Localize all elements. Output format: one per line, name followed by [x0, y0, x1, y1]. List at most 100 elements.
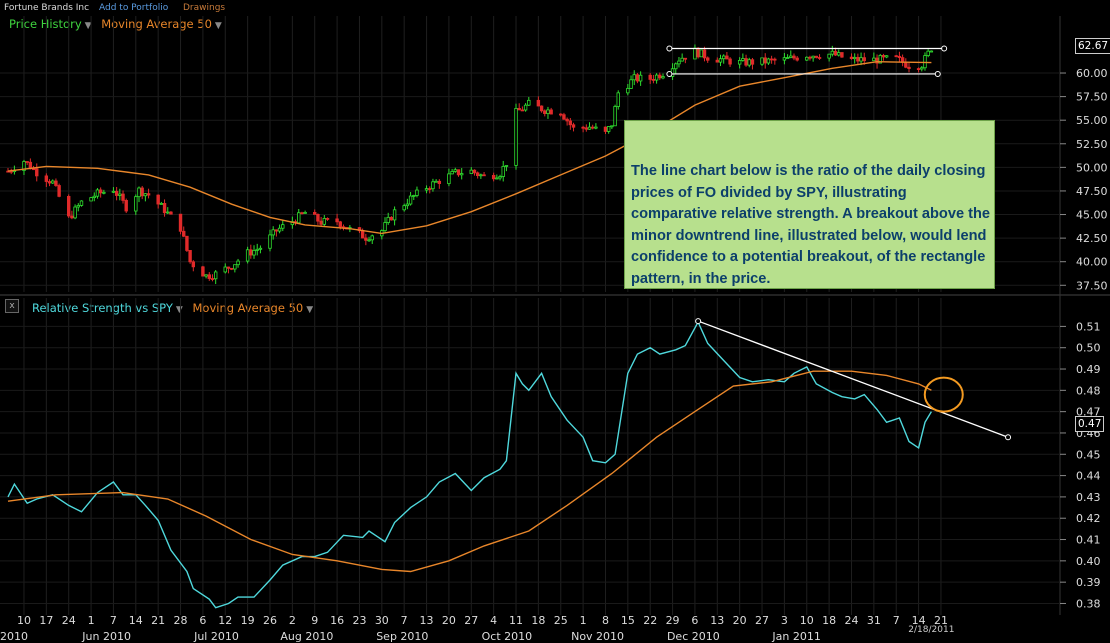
candle-body	[453, 169, 458, 172]
candle-body	[680, 57, 684, 62]
candle-body	[881, 55, 886, 58]
candle-body	[674, 63, 678, 70]
candle-body	[827, 53, 831, 59]
candle-body	[629, 79, 633, 89]
candle-body	[25, 161, 29, 163]
candle-body	[319, 220, 323, 225]
candle-body	[658, 74, 662, 79]
candle-body	[392, 209, 397, 221]
candle-body	[808, 56, 812, 59]
candle-body	[402, 205, 406, 211]
candle-body	[571, 124, 576, 128]
candle-body	[763, 57, 767, 64]
candle-body	[54, 180, 58, 186]
candle-body	[568, 120, 573, 126]
rs-line	[7, 320, 933, 609]
x-tick-label: 1	[580, 614, 587, 627]
x-tick-label: 25	[554, 614, 568, 627]
line-handle	[695, 318, 702, 325]
candle-body	[73, 206, 77, 219]
x-tick-label: 6	[691, 614, 698, 627]
candle-body	[140, 187, 144, 197]
candle-body	[159, 203, 164, 205]
candle-body	[852, 56, 857, 60]
price-y-tick-label: 50.00	[1076, 161, 1108, 174]
x-month-label: Sep 2010	[376, 630, 428, 643]
candle-body	[795, 57, 799, 61]
x-month-label: Nov 2010	[571, 630, 624, 643]
candle-body	[360, 230, 365, 239]
candle-body	[31, 168, 36, 171]
candle-body	[549, 109, 553, 115]
candle-body	[412, 195, 416, 197]
candle-body	[635, 74, 640, 82]
x-tick-label: 29	[666, 614, 680, 627]
candle-body	[747, 59, 751, 66]
candle-body	[364, 237, 368, 241]
candle-body	[648, 74, 652, 80]
candle-body	[95, 189, 100, 197]
candle-body	[766, 58, 771, 64]
candle-body	[229, 267, 234, 270]
x-tick-label: 13	[420, 614, 434, 627]
line-handle	[666, 70, 673, 77]
candle-body	[613, 106, 617, 127]
candle-body	[805, 56, 809, 61]
candle-body	[610, 125, 614, 128]
rs-y-tick-label: 0.40	[1076, 555, 1101, 568]
candle-body	[517, 108, 521, 111]
x-tick-label: 10	[800, 614, 814, 627]
candle-body	[178, 213, 183, 232]
candle-body	[44, 175, 49, 182]
candle-body	[792, 55, 796, 59]
candle-body	[693, 47, 697, 60]
chart-canvas: 10 17 24 1 7 14 21 28 6 12 19 26 2 9 16 23 30 7 13 20 27 4 11 1…	[0, 16, 1110, 643]
x-month-label: Jul 2010	[193, 630, 239, 643]
x-tick-label: 23	[352, 614, 366, 627]
x-month-label: Oct 2010	[482, 630, 533, 643]
candle-body	[696, 47, 700, 58]
x-tick-label: 2	[289, 614, 296, 627]
x-tick-label: 14	[129, 614, 143, 627]
candle-body	[274, 229, 279, 232]
candle-body	[389, 216, 394, 221]
x-tick-label: 21	[151, 614, 165, 627]
candle-body	[638, 74, 643, 82]
candle-body	[520, 109, 525, 112]
candle-body	[386, 216, 390, 223]
candle-body	[632, 74, 636, 81]
candle-body	[581, 126, 585, 129]
candle-body	[313, 212, 317, 215]
candle-body	[367, 239, 371, 242]
candle-body	[118, 193, 122, 196]
candle-body	[424, 188, 429, 191]
candle-body	[923, 55, 927, 69]
candle-body	[546, 109, 550, 114]
x-tick-label: 27	[464, 614, 478, 627]
candle-body	[587, 126, 592, 130]
candle-body	[715, 59, 720, 63]
candle-body	[35, 168, 39, 177]
candle-body	[169, 211, 173, 215]
candle-body	[782, 57, 787, 61]
callout-text: The line chart below is the ratio of the…	[631, 163, 991, 287]
candle-body	[584, 127, 589, 130]
candle-body	[383, 222, 387, 232]
candle-body	[111, 190, 116, 193]
candle-body	[431, 181, 435, 190]
candle-body	[434, 180, 438, 183]
x-tick-label: 7	[110, 614, 117, 627]
candle-body	[514, 108, 518, 166]
price-y-tick-label: 55.00	[1076, 114, 1108, 127]
candle-body	[102, 191, 106, 194]
candle-body	[677, 60, 681, 65]
candle-body	[207, 274, 211, 279]
x-tick-label: 27	[755, 614, 769, 627]
x-tick-label: 7	[893, 614, 900, 627]
x-tick-label: 16	[330, 614, 344, 627]
candle-body	[916, 68, 921, 70]
candle-body	[536, 99, 541, 107]
candle-body	[830, 50, 835, 55]
candle-body	[210, 278, 215, 280]
rs-y-tick-label: 0.41	[1076, 534, 1101, 547]
